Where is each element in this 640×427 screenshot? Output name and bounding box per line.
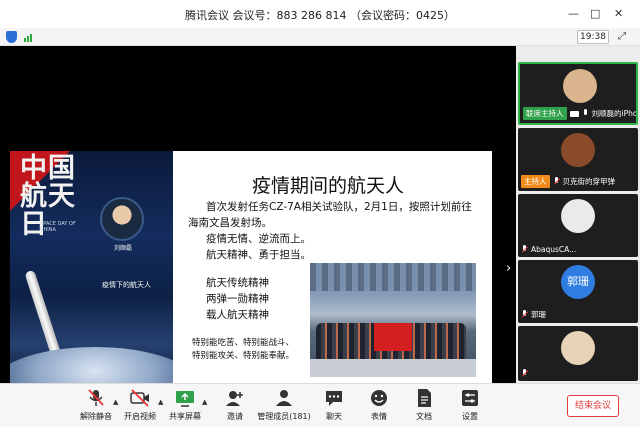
- microphone-muted-icon: [521, 369, 528, 378]
- slide-motto-line-1: 疫情无情、逆流而上。: [206, 233, 311, 245]
- cohost-badge: 联席主持人: [523, 107, 567, 120]
- security-shield-icon[interactable]: [6, 31, 17, 43]
- camera-off-icon: [130, 389, 149, 407]
- title-bar: 腾讯会议 会议号：883 286 814 （会议密码：0425） — □ ✕: [0, 0, 640, 28]
- microphone-icon: [582, 109, 589, 118]
- participant-name: 刘顺磊的iPhone: [591, 109, 638, 118]
- avatar: [561, 133, 595, 167]
- expand-panel-chevron-icon[interactable]: ›: [506, 261, 511, 276]
- microphone-muted-icon: [521, 310, 528, 319]
- chat-icon: [326, 391, 342, 406]
- document-icon: [418, 389, 431, 407]
- share-screen-icon: [176, 391, 194, 407]
- poster-image: 中国航天日 SPACE DAY OF CHINA 刘顺磊 疫情下的航天人: [10, 151, 173, 393]
- poster-label: 疫情下的航天人: [102, 281, 151, 289]
- participant-tile[interactable]: [518, 326, 638, 381]
- avatar: [561, 331, 595, 365]
- shared-screen-area: 中国航天日 SPACE DAY OF CHINA 刘顺磊 疫情下的航天人 疫情期…: [0, 46, 516, 393]
- participant-name: 贝克街的穿甲弹: [562, 177, 616, 186]
- poster-person-name: 刘顺磊: [114, 245, 133, 252]
- settings-icon: [462, 390, 478, 406]
- slide-motto-line-2: 航天精神、勇于担当。: [206, 249, 311, 261]
- meeting-toolbar: 解除静音 ▲ 开启视频 ▲ 共享屏幕 ▲ 邀请 管理成员(181) 聊天 表情 …: [0, 383, 640, 427]
- minimize-button[interactable]: —: [568, 7, 579, 20]
- camera-icon: [569, 110, 579, 117]
- participant-panel: 联席主持人 刘顺磊的iPhone 主持人 贝克街的穿甲弹 AbaqusCA...…: [516, 46, 640, 383]
- end-meeting-button[interactable]: 结束会议: [567, 395, 619, 417]
- meeting-title: 腾讯会议 会议号：883 286 814 （会议密码：0425）: [185, 9, 455, 22]
- add-user-icon: [226, 391, 243, 406]
- slide-paragraph-line-2: 海南文昌发射场。: [188, 217, 272, 229]
- slide-paragraph-line-1: 首次发射任务CZ-7A相关试验队，2月1日，按照计划前往: [206, 201, 472, 213]
- microphone-muted-icon: [521, 245, 528, 254]
- participant-name: 郭珊: [531, 310, 546, 319]
- members-icon: [276, 390, 292, 406]
- microphone-muted-icon: [88, 389, 104, 406]
- settings-button[interactable]: 设置: [440, 388, 500, 422]
- smiley-icon: [371, 390, 387, 406]
- close-button[interactable]: ✕: [614, 7, 623, 20]
- slide-spirit-line-2: 两弹一勋精神: [206, 293, 269, 305]
- avatar-text: 郭珊: [567, 275, 589, 288]
- slide-spirit-line-3: 载人航天精神: [206, 309, 269, 321]
- meeting-clock: 19:38: [577, 30, 609, 44]
- rocket-graphic: [24, 269, 62, 359]
- slide-special-line-1: 特别能吃苦、特别能战斗、: [192, 338, 295, 348]
- poster-space-text: SPACE DAY OF CHINA: [40, 221, 76, 233]
- fullscreen-icon[interactable]: ⤢: [618, 31, 626, 42]
- presentation-slide: 中国航天日 SPACE DAY OF CHINA 刘顺磊 疫情下的航天人 疫情期…: [10, 151, 492, 393]
- team-photo: [310, 263, 476, 377]
- status-bar: 19:38 ⤢: [0, 28, 640, 46]
- participant-name: AbaqusCA...: [531, 245, 577, 254]
- avatar: 郭珊: [561, 265, 595, 299]
- portrait-image: [100, 197, 144, 241]
- avatar: [563, 69, 597, 103]
- participant-tile[interactable]: 主持人 贝克街的穿甲弹: [518, 128, 638, 191]
- maximize-button[interactable]: □: [590, 7, 600, 20]
- participant-tile[interactable]: 郭珊 郭珊: [518, 260, 638, 323]
- microphone-muted-icon: [553, 177, 560, 186]
- avatar: [561, 199, 595, 233]
- slide-spirit-line-1: 航天传统精神: [206, 277, 269, 289]
- participant-tile[interactable]: AbaqusCA...: [518, 194, 638, 257]
- participant-tile[interactable]: 联席主持人 刘顺磊的iPhone: [518, 62, 638, 125]
- slide-special-line-2: 特别能攻关、特别能奉献。: [192, 351, 295, 361]
- slide-title: 疫情期间的航天人: [252, 175, 405, 197]
- host-badge: 主持人: [521, 175, 550, 188]
